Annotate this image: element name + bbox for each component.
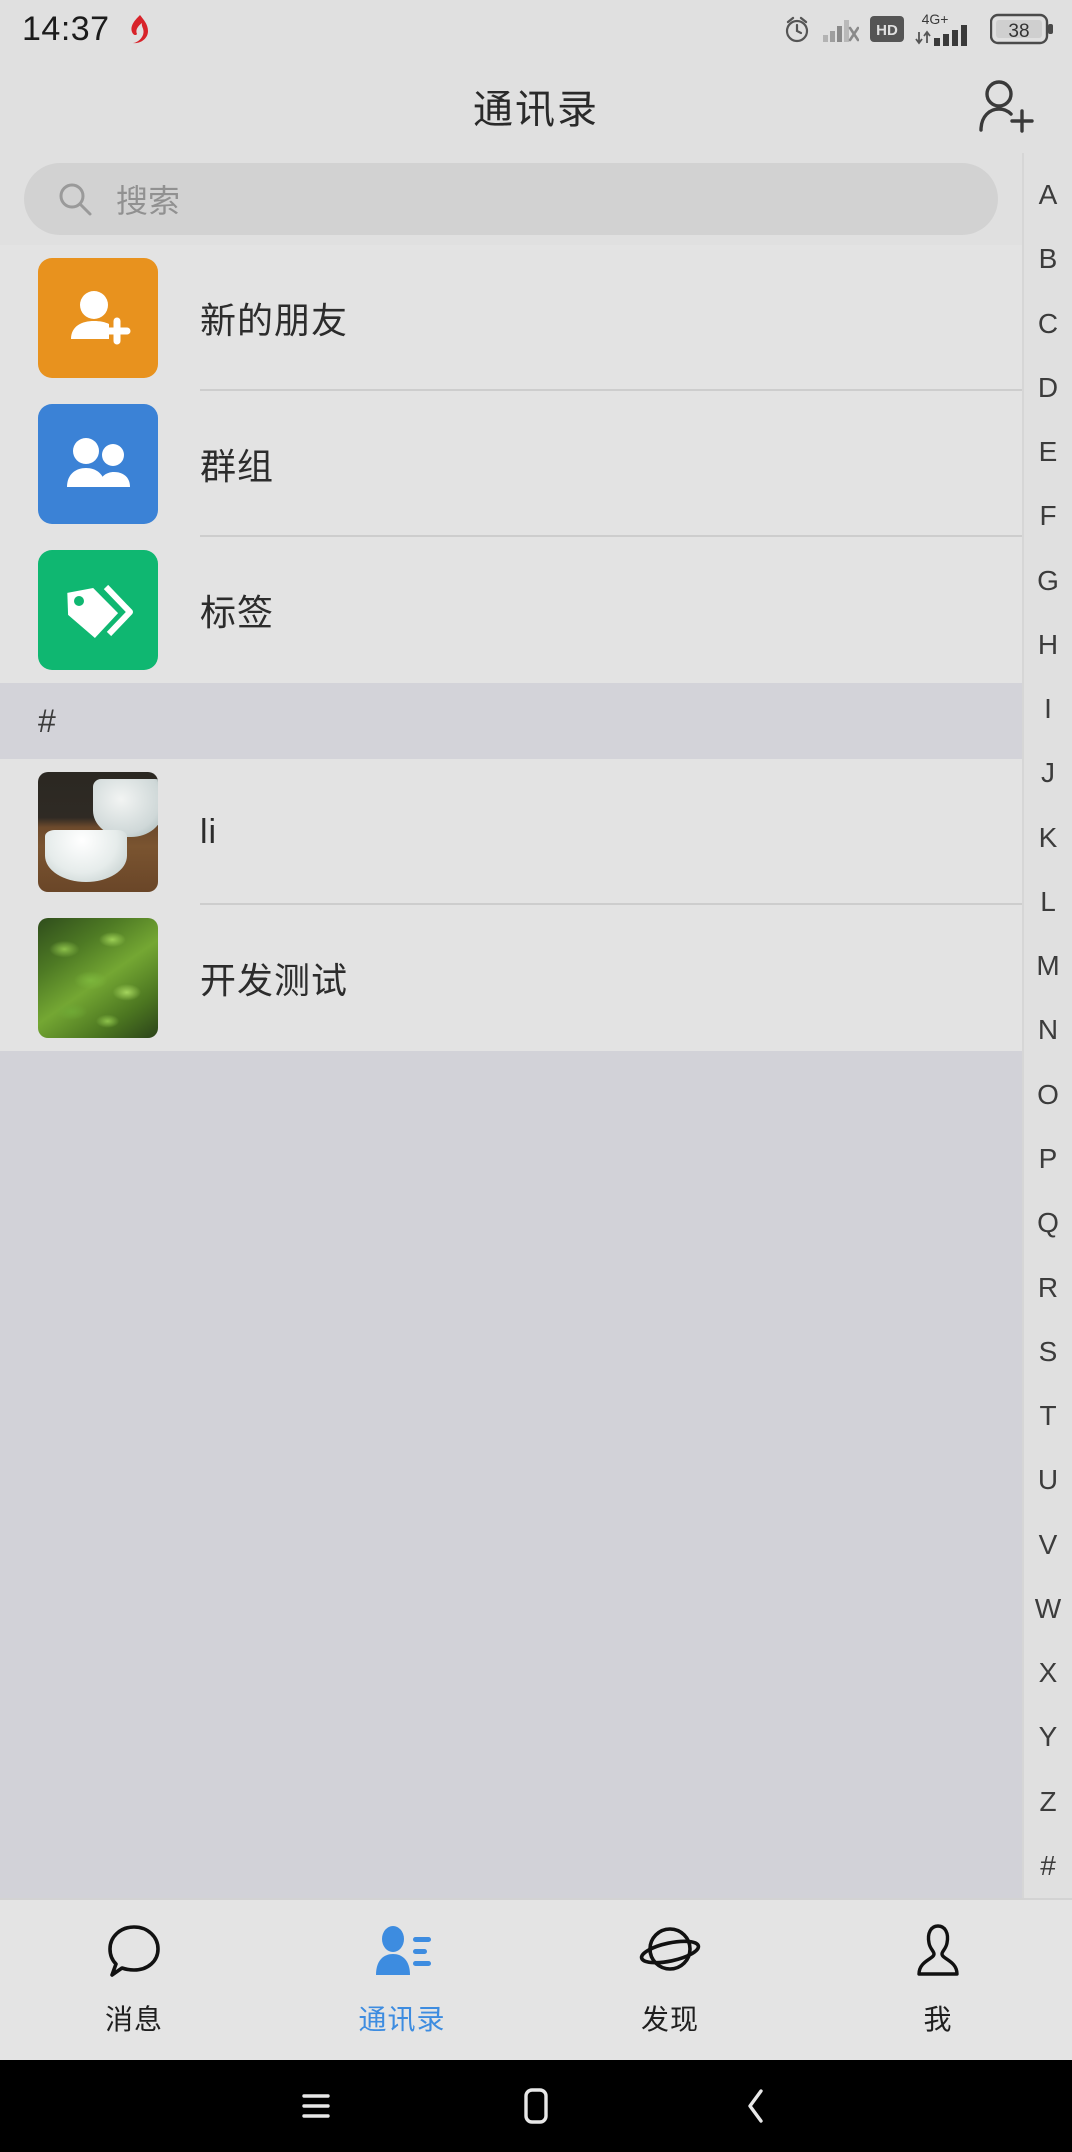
index-letter[interactable]: X bbox=[1039, 1659, 1058, 1687]
index-letter[interactable]: V bbox=[1039, 1530, 1058, 1559]
contacts-list[interactable]: 新的朋友 群组 标签 # li 开发测试 bbox=[0, 245, 1022, 1898]
search-bar-container: 搜索 bbox=[0, 153, 1022, 245]
green-leaves-photo-avatar bbox=[38, 918, 158, 1038]
tab-label: 消息 bbox=[104, 2003, 163, 2035]
list-item-label: 标签 bbox=[200, 592, 275, 633]
index-letter[interactable]: Q bbox=[1037, 1209, 1059, 1237]
index-letter[interactable]: N bbox=[1038, 1016, 1058, 1044]
hd-icon: HD bbox=[870, 16, 904, 42]
mobile-data-4gplus-icon: 4G+ bbox=[915, 10, 979, 48]
battery-level-text: 38 bbox=[1008, 21, 1029, 42]
tab-label: 发现 bbox=[640, 2003, 699, 2035]
svg-text:HD: HD bbox=[876, 22, 898, 39]
index-letter[interactable]: Z bbox=[1039, 1787, 1056, 1816]
search-placeholder: 搜索 bbox=[116, 183, 181, 219]
search-input[interactable]: 搜索 bbox=[24, 163, 998, 235]
signal-no-service-icon bbox=[823, 15, 859, 43]
index-letter[interactable]: J bbox=[1041, 759, 1055, 787]
menu-icon[interactable] bbox=[206, 2060, 426, 2152]
index-letter[interactable]: M bbox=[1036, 952, 1059, 980]
list-item-label: 群组 bbox=[200, 446, 275, 487]
section-header-hash: # bbox=[0, 683, 1022, 759]
list-item-groups[interactable]: 群组 bbox=[0, 391, 1022, 537]
index-letter[interactable]: O bbox=[1037, 1080, 1059, 1109]
status-bar-right: HD 4G+ 38 bbox=[782, 10, 1054, 48]
contact-row-dev-test[interactable]: 开发测试 bbox=[0, 905, 1022, 1051]
status-bar-left: 14:37 bbox=[22, 10, 152, 49]
page-header: 通讯录 bbox=[0, 58, 1072, 153]
page-title: 通讯录 bbox=[473, 87, 599, 132]
index-letter[interactable]: K bbox=[1039, 823, 1058, 852]
teacup-photo-avatar bbox=[38, 772, 158, 892]
index-letter[interactable]: R bbox=[1038, 1273, 1058, 1302]
status-bar-clock: 14:37 bbox=[22, 9, 110, 48]
contact-entries: li 开发测试 bbox=[0, 759, 1022, 1051]
list-item-tags[interactable]: 标签 bbox=[0, 537, 1022, 683]
contact-row-li[interactable]: li bbox=[0, 759, 1022, 905]
list-item-new-friends[interactable]: 新的朋友 bbox=[0, 245, 1022, 391]
index-letter[interactable]: B bbox=[1039, 245, 1058, 273]
tab-contacts[interactable]: 通讯录 bbox=[268, 1923, 536, 2038]
contact-name: 开发测试 bbox=[200, 960, 349, 1001]
search-icon bbox=[56, 180, 94, 218]
index-letter[interactable]: # bbox=[1040, 1851, 1056, 1880]
contacts-icon bbox=[371, 1923, 433, 1986]
add-contact-button[interactable] bbox=[974, 74, 1038, 138]
index-letter[interactable]: W bbox=[1035, 1594, 1061, 1623]
contact-name: li bbox=[200, 812, 218, 851]
add-contact-icon bbox=[977, 78, 1035, 134]
section-header-letter: # bbox=[38, 702, 56, 739]
list-item-label: 新的朋友 bbox=[200, 300, 349, 341]
tab-label: 我 bbox=[923, 2003, 953, 2035]
index-letter[interactable]: E bbox=[1039, 438, 1058, 466]
status-bar: 14:37 HD 4G+ 38 bbox=[0, 0, 1072, 58]
index-letter[interactable]: F bbox=[1039, 502, 1056, 530]
back-icon[interactable] bbox=[646, 2060, 866, 2152]
alarm-icon bbox=[782, 14, 812, 44]
app-notification-icon bbox=[124, 14, 152, 44]
group-icon bbox=[38, 404, 158, 524]
phone-screen: 14:37 HD 4G+ 38 通讯录 搜索 新的朋友 群组 标签 # li 开… bbox=[0, 0, 1072, 2152]
index-letter[interactable]: T bbox=[1039, 1402, 1056, 1430]
tab-messages[interactable]: 消息 bbox=[0, 1923, 268, 2038]
index-letter[interactable]: I bbox=[1044, 695, 1052, 723]
chat-bubble-icon bbox=[104, 1923, 164, 1986]
index-letter[interactable]: U bbox=[1038, 1466, 1058, 1494]
tab-me[interactable]: 我 bbox=[804, 1923, 1072, 2038]
alphabet-index-rail[interactable]: A B C D E F G H I J K L M N O P Q R S T U V W X Y Z # bbox=[1022, 153, 1072, 1898]
svg-text:4G+: 4G+ bbox=[922, 11, 949, 27]
index-letter[interactable]: C bbox=[1038, 309, 1058, 338]
tab-label: 通讯录 bbox=[358, 2003, 446, 2035]
planet-icon bbox=[639, 1923, 701, 1986]
bottom-tab-bar: 消息 通讯录 发现 我 bbox=[0, 1898, 1072, 2060]
index-letter[interactable]: H bbox=[1038, 630, 1058, 659]
android-navigation-bar bbox=[0, 2060, 1072, 2152]
index-letter[interactable]: Y bbox=[1039, 1723, 1058, 1751]
index-letter[interactable]: A bbox=[1039, 181, 1058, 209]
home-icon[interactable] bbox=[426, 2060, 646, 2152]
index-letter[interactable]: L bbox=[1040, 887, 1056, 916]
index-letter[interactable]: P bbox=[1039, 1144, 1058, 1173]
person-icon bbox=[909, 1923, 967, 1986]
new-friend-icon bbox=[38, 258, 158, 378]
battery-icon: 38 bbox=[990, 13, 1054, 45]
index-letter[interactable]: S bbox=[1039, 1337, 1058, 1366]
tab-discover[interactable]: 发现 bbox=[536, 1923, 804, 2038]
tag-icon bbox=[38, 550, 158, 670]
function-entries: 新的朋友 群组 标签 bbox=[0, 245, 1022, 683]
index-letter[interactable]: D bbox=[1038, 373, 1058, 402]
index-letter[interactable]: G bbox=[1037, 566, 1059, 595]
